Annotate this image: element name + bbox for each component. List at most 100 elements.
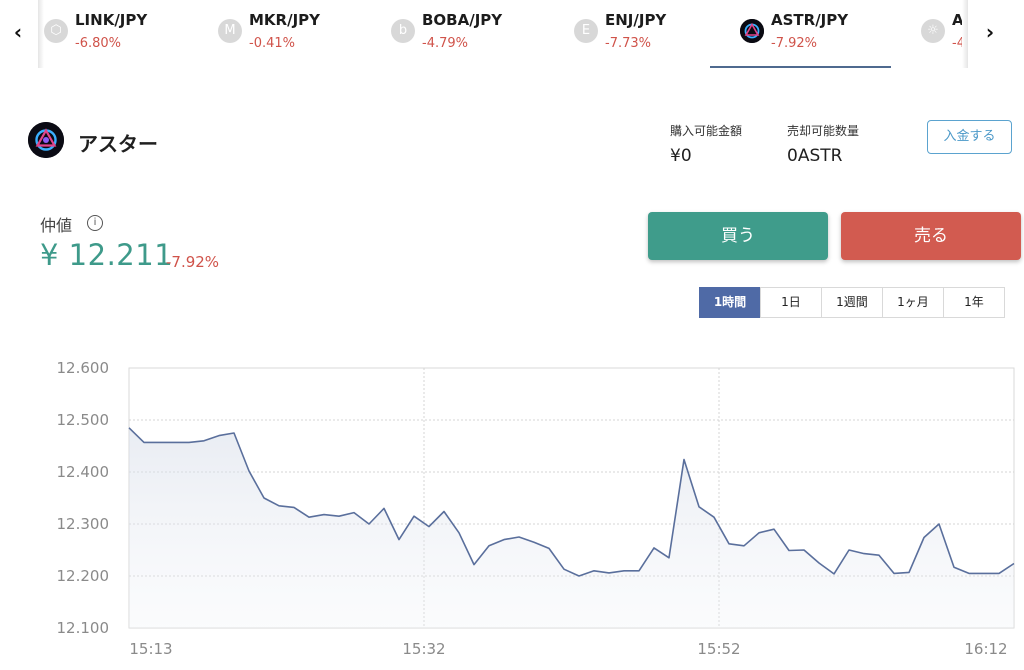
ticker-next-arrow-icon[interactable]: › (980, 18, 1000, 46)
price-point (593, 570, 595, 572)
x-tick-label: 15:13 (129, 640, 172, 658)
ticker-change: -4.79% (422, 36, 468, 51)
x-tick-label: 16:12 (964, 640, 1007, 658)
link-coin-icon: ⬡ (44, 19, 68, 43)
price-point (623, 570, 625, 572)
y-tick-label: 12.400 (57, 463, 110, 481)
price-point (383, 507, 385, 509)
price-point (578, 575, 580, 577)
price-point (968, 572, 970, 574)
astar-logo-icon (740, 19, 764, 43)
price-point (668, 557, 670, 559)
price-point (893, 572, 895, 574)
price-point (308, 516, 310, 518)
sell-available-value: 0ASTR (787, 146, 843, 166)
enj-coin-icon: E (574, 19, 598, 43)
ticker-change: -4 (952, 36, 962, 51)
price-point (683, 459, 685, 461)
price-point (533, 541, 535, 543)
price-point (833, 573, 835, 575)
ticker-pair: BOBA/JPY (422, 11, 503, 29)
ticker-pair: A (952, 11, 962, 29)
ticker-pair: ENJ/JPY (605, 11, 667, 29)
price-point (608, 572, 610, 574)
sell-available-label: 売却可能数量 (787, 124, 860, 138)
price-change: -7.92% (166, 253, 220, 271)
boba-coin-icon: b (391, 19, 415, 43)
info-icon[interactable]: i (87, 215, 103, 231)
price-point (503, 539, 505, 541)
price-point (563, 568, 565, 570)
price-point (458, 532, 460, 534)
ticker-pair: ASTR/JPY (771, 11, 849, 29)
ticker-viewport: ⬡ LINK/JPY -6.80% M MKR/JPY -0.41% b BOB… (44, 0, 962, 70)
next-coin-icon: ☼ (921, 19, 945, 43)
price-point (278, 505, 280, 507)
price-point (998, 572, 1000, 574)
price-point (173, 441, 175, 443)
price-point (548, 547, 550, 549)
tab-1-hour[interactable]: 1時間 (699, 287, 761, 318)
price-point (773, 528, 775, 530)
mid-price-value: ¥ 12.211 (40, 238, 174, 272)
ticker-bar: ‹ ⬡ LINK/JPY -6.80% M MKR/JPY -0.41% b B… (0, 0, 1024, 70)
buy-button[interactable]: 買う (648, 212, 828, 260)
price-point (848, 549, 850, 551)
x-tick-label: 15:52 (697, 640, 740, 658)
price-point (413, 515, 415, 517)
price-point (698, 506, 700, 508)
price-point (863, 553, 865, 555)
price-point (518, 536, 520, 538)
price-point (428, 526, 430, 528)
ticker-change: -7.92% (771, 36, 817, 51)
price-point (638, 570, 640, 572)
price-point (398, 539, 400, 541)
ticker-pair: MKR/JPY (249, 11, 321, 29)
price-point (158, 441, 160, 443)
price-point (818, 562, 820, 564)
price-point (323, 514, 325, 516)
tab-1-day[interactable]: 1日 (760, 287, 822, 318)
price-point (728, 543, 730, 545)
price-point (233, 432, 235, 434)
buy-available-label: 購入可能金額 (670, 124, 743, 138)
ticker-change: -0.41% (249, 36, 295, 51)
ticker-selected-underline (710, 66, 891, 68)
price-point (218, 435, 220, 437)
price-point (878, 554, 880, 556)
price-point (713, 516, 715, 518)
y-tick-label: 12.300 (57, 515, 110, 533)
price-point (188, 441, 190, 443)
price-point (248, 470, 250, 472)
price-point (203, 440, 205, 442)
price-chart-svg: 12.600 12.500 12.400 12.300 12.200 12.100 15:1… (57, 359, 1015, 658)
price-point (293, 506, 295, 508)
tab-1-week[interactable]: 1週間 (821, 287, 883, 318)
price-point (908, 571, 910, 573)
price-point (923, 537, 925, 539)
tab-1-year[interactable]: 1年 (943, 287, 1005, 318)
ticker-prev-arrow-icon[interactable]: ‹ (8, 18, 28, 46)
tab-1-month[interactable]: 1ヶ月 (882, 287, 944, 318)
coin-name: アスター (78, 132, 158, 156)
y-tick-label: 12.500 (57, 411, 110, 429)
astar-logo-icon (28, 122, 64, 158)
price-point (803, 549, 805, 551)
ticker-change: -6.80% (75, 36, 121, 51)
range-tabs: 1時間 1日 1週間 1ヶ月 1年 (699, 287, 1005, 318)
sell-button[interactable]: 売る (841, 212, 1021, 260)
ticker-right-shadow (962, 0, 968, 68)
price-point (758, 532, 760, 534)
ticker-pair: LINK/JPY (75, 11, 148, 29)
mid-price-label: 仲値 (40, 216, 73, 235)
price-point (788, 550, 790, 552)
price-point (983, 572, 985, 574)
deposit-button[interactable]: 入金する (927, 120, 1012, 154)
price-point (953, 566, 955, 568)
price-chart[interactable]: 12.600 12.500 12.400 12.300 12.200 12.100 15:1… (0, 340, 1024, 666)
price-point (1013, 563, 1015, 565)
astr-coin-icon (740, 19, 764, 43)
price-point (368, 523, 370, 525)
price-point (473, 564, 475, 566)
y-tick-label: 12.600 (57, 359, 110, 377)
